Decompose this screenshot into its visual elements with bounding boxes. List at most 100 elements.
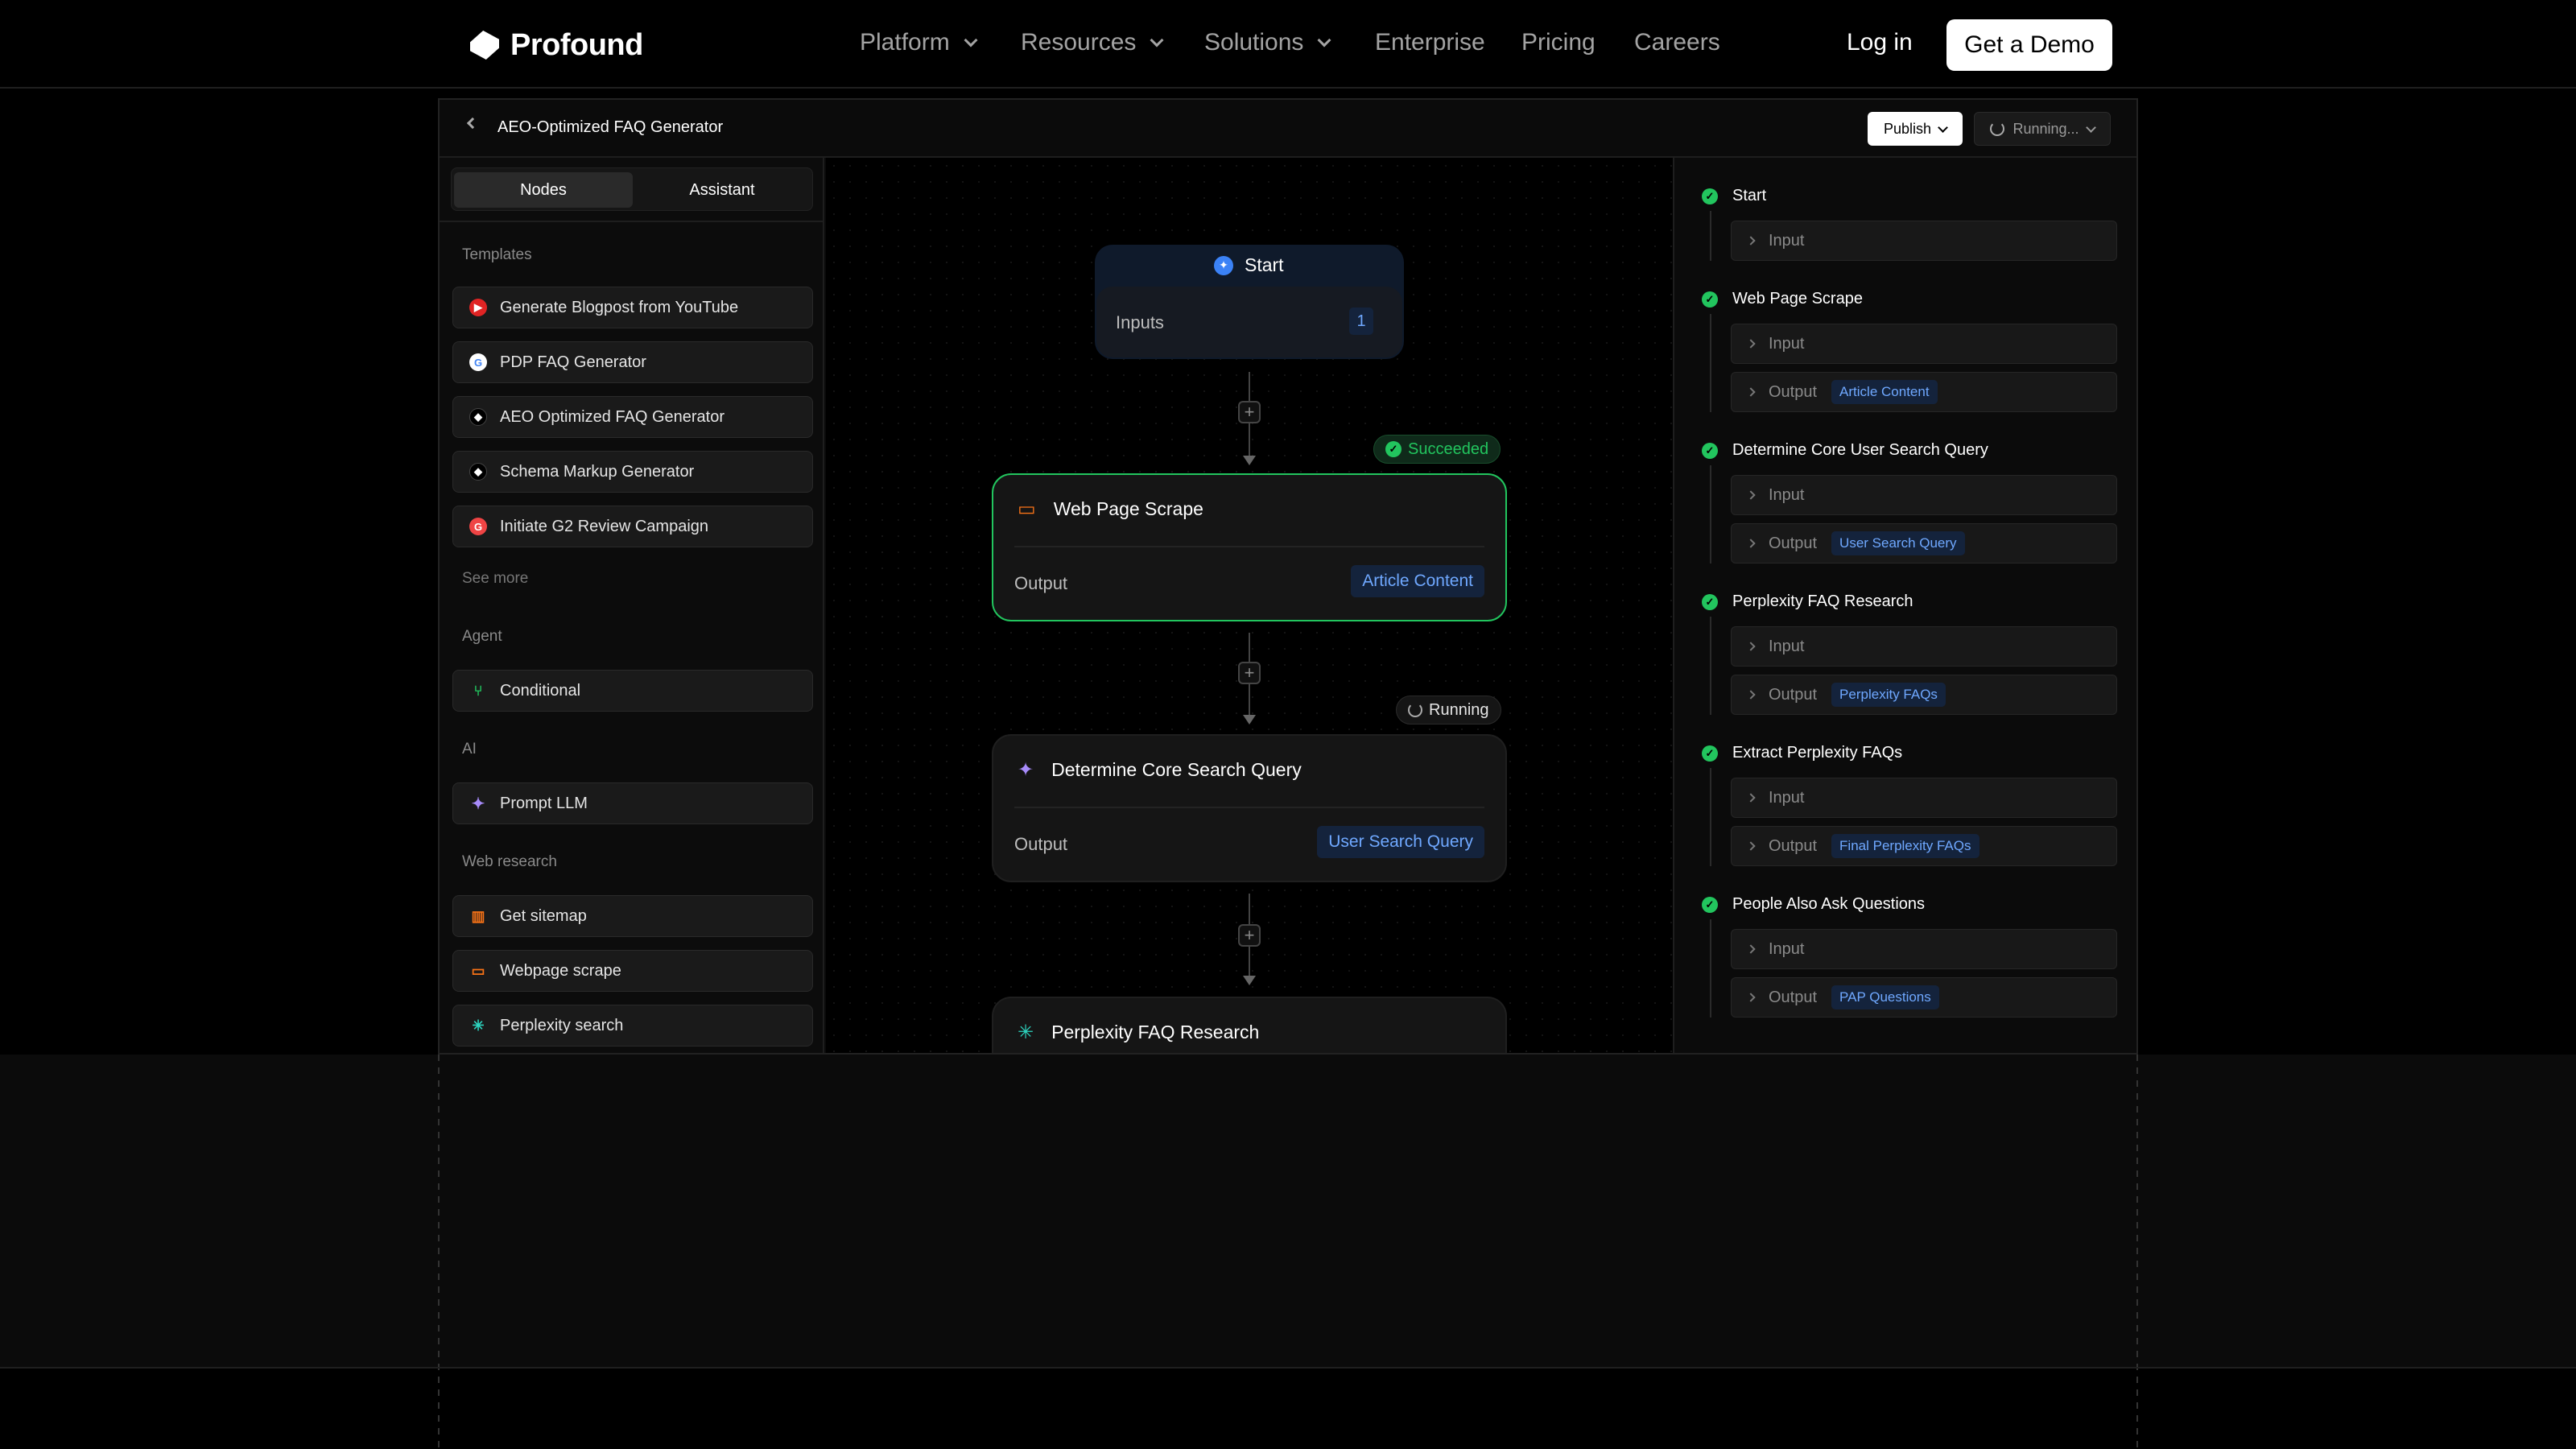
sparkle-icon: ✦ <box>471 795 485 813</box>
divider <box>1014 546 1484 547</box>
row-label: Input <box>1769 485 1805 504</box>
row-label: Input <box>1769 788 1805 807</box>
publish-label: Publish <box>1883 120 1932 137</box>
node-web-page-scrape[interactable]: ▭ Web Page Scrape Output Article Content <box>992 473 1507 621</box>
node-item-get-sitemap[interactable]: ▥ Get sitemap <box>452 895 813 937</box>
run-step-title[interactable]: ✓ People Also Ask Questions <box>1702 895 1925 914</box>
nav-solutions[interactable]: Solutions <box>1204 29 1331 56</box>
g2-icon: G <box>469 518 487 535</box>
youtube-icon: ▶ <box>469 299 487 316</box>
run-step-input-row[interactable]: Input <box>1731 324 2117 364</box>
run-step-input-row[interactable]: Input <box>1731 626 2117 667</box>
output-variable-chip[interactable]: User Search Query <box>1317 826 1484 858</box>
nav-resources[interactable]: Resources <box>1021 29 1164 56</box>
row-label: Output <box>1769 382 1818 401</box>
dashed-guide <box>2136 1055 2138 1449</box>
node-header: ▭ Web Page Scrape <box>1018 497 1203 521</box>
nav-pricing[interactable]: Pricing <box>1521 29 1596 56</box>
brand-logo[interactable]: Profound <box>470 24 643 66</box>
nav-pricing-label: Pricing <box>1521 29 1596 56</box>
run-step-input-row[interactable]: Input <box>1731 221 2117 261</box>
template-item[interactable]: G PDP FAQ Generator <box>452 341 813 383</box>
arrow-down-icon <box>1243 715 1256 724</box>
profound-icon: ◆ <box>469 463 487 481</box>
node-item-conditional[interactable]: ⑂ Conditional <box>452 670 813 712</box>
node-label: Get sitemap <box>500 906 587 925</box>
run-step-output-row[interactable]: Output Final Perplexity FAQs <box>1731 826 2117 866</box>
template-label: AEO Optimized FAQ Generator <box>500 407 724 426</box>
output-variable-chip: Perplexity FAQs <box>1831 683 1946 707</box>
tab-assistant[interactable]: Assistant <box>633 172 811 208</box>
run-step-output-row[interactable]: Output User Search Query <box>1731 523 2117 564</box>
output-variable-chip[interactable]: Article Content <box>1351 565 1484 597</box>
node-perplexity-faq-research[interactable]: ✳ Perplexity FAQ Research <box>992 997 1507 1053</box>
run-step-title[interactable]: ✓ Determine Core User Search Query <box>1702 441 1988 460</box>
run-status-label: Running... <box>2013 120 2079 137</box>
template-label: Initiate G2 Review Campaign <box>500 517 709 535</box>
row-label: Input <box>1769 939 1805 958</box>
template-label: Schema Markup Generator <box>500 462 695 481</box>
run-step-title[interactable]: ✓ Extract Perplexity FAQs <box>1702 744 1902 762</box>
add-node-plus-icon[interactable]: + <box>1238 401 1261 423</box>
check-circle-icon: ✓ <box>1702 188 1718 204</box>
chevron-right-icon <box>1746 944 1756 954</box>
node-label: Conditional <box>500 681 581 700</box>
template-label: PDP FAQ Generator <box>500 353 646 371</box>
template-item[interactable]: ◆ Schema Markup Generator <box>452 451 813 493</box>
row-label: Input <box>1769 231 1805 250</box>
run-status-button[interactable]: Running... <box>1974 112 2111 146</box>
output-variable-chip: Article Content <box>1831 380 1938 404</box>
node-item-prompt-llm[interactable]: ✦ Prompt LLM <box>452 782 813 824</box>
chevron-right-icon <box>1746 490 1756 500</box>
node-title: Perplexity FAQ Research <box>1051 1022 1260 1042</box>
publish-button[interactable]: Publish <box>1868 112 1963 146</box>
run-step-input-row[interactable]: Input <box>1731 778 2117 818</box>
node-label: Webpage scrape <box>500 961 621 980</box>
row-label: Output <box>1769 988 1818 1006</box>
run-step-output-row[interactable]: Output Article Content <box>1731 372 2117 412</box>
template-item[interactable]: G Initiate G2 Review Campaign <box>452 506 813 547</box>
add-node-plus-icon[interactable]: + <box>1238 662 1261 684</box>
run-step-input-row[interactable]: Input <box>1731 475 2117 515</box>
divider <box>0 1367 2576 1368</box>
step-connector-line <box>1710 314 1711 412</box>
node-item-perplexity-search[interactable]: ✳ Perplexity search <box>452 1005 813 1046</box>
chevron-right-icon <box>1746 387 1756 397</box>
nav-platform[interactable]: Platform <box>860 29 978 56</box>
row-label: Output <box>1769 836 1818 855</box>
template-item[interactable]: ◆ AEO Optimized FAQ Generator <box>452 396 813 438</box>
chevron-right-icon <box>1746 690 1756 700</box>
see-more-link[interactable]: See more <box>462 570 528 588</box>
template-item[interactable]: ▶ Generate Blogpost from YouTube <box>452 287 813 328</box>
output-label: Output <box>1014 573 1068 593</box>
get-demo-button[interactable]: Get a Demo <box>1946 19 2112 71</box>
run-step-input-row[interactable]: Input <box>1731 929 2117 969</box>
check-circle-icon: ✓ <box>1385 441 1402 457</box>
login-link[interactable]: Log in <box>1847 29 1913 56</box>
templates-heading: Templates <box>462 246 532 263</box>
run-step-label: People Also Ask Questions <box>1732 895 1926 913</box>
chevron-down-icon <box>1317 33 1331 47</box>
arrow-down-icon <box>1243 456 1256 465</box>
chevron-down-icon <box>964 33 978 47</box>
run-step-title[interactable]: ✓ Web Page Scrape <box>1702 290 1863 308</box>
output-label: Output <box>1014 834 1068 854</box>
add-node-plus-icon[interactable]: + <box>1238 924 1261 947</box>
page-section <box>0 1055 2576 1368</box>
google-icon: G <box>469 353 487 371</box>
profound-logo-icon <box>470 31 499 60</box>
nav-careers[interactable]: Careers <box>1634 29 1720 56</box>
tab-nodes[interactable]: Nodes <box>454 172 633 208</box>
check-circle-icon: ✓ <box>1702 745 1718 762</box>
nav-platform-label: Platform <box>860 29 950 56</box>
node-item-webpage-scrape[interactable]: ▭ Webpage scrape <box>452 950 813 992</box>
run-step-output-row[interactable]: Output PAP Questions <box>1731 977 2117 1018</box>
nav-enterprise[interactable]: Enterprise <box>1375 29 1485 56</box>
run-step-output-row[interactable]: Output Perplexity FAQs <box>1731 675 2117 715</box>
run-step-title[interactable]: ✓ Start <box>1702 187 1766 205</box>
node-determine-core-search-query[interactable]: ✦ Determine Core Search Query Output Use… <box>992 734 1507 882</box>
profound-icon: ◆ <box>469 408 487 426</box>
workflow-title: AEO-Optimized FAQ Generator <box>497 118 724 136</box>
run-step-title[interactable]: ✓ Perplexity FAQ Research <box>1702 592 1913 611</box>
output-variable-chip: Final Perplexity FAQs <box>1831 834 1979 858</box>
